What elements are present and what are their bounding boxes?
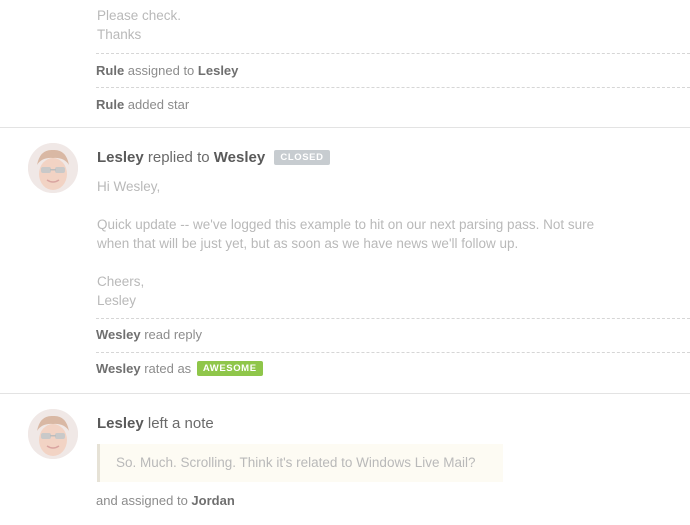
- recipient-name[interactable]: Wesley: [214, 149, 265, 166]
- author-name[interactable]: Lesley: [97, 415, 144, 432]
- divider: [96, 352, 690, 353]
- reply-body-line: when that will be just yet, but as soon …: [97, 236, 519, 251]
- reply-signature: Lesley: [97, 293, 137, 308]
- reply-body-line: Quick update -- we've logged this exampl…: [97, 217, 595, 232]
- event-action: rated as: [144, 361, 192, 376]
- event-rated: Wesley rated as AWESOME: [96, 361, 263, 377]
- event-assigned: Rule assigned to Lesley: [96, 63, 238, 78]
- assign-text: and assigned to: [96, 493, 188, 508]
- note-text: So. Much. Scrolling. Think it's related …: [116, 455, 476, 470]
- note-box: So. Much. Scrolling. Think it's related …: [97, 444, 503, 482]
- reply-greeting: Hi Wesley,: [97, 179, 161, 194]
- lesley-avatar-icon: [28, 409, 78, 459]
- reply-signoff: Cheers,: [97, 274, 145, 289]
- avatar[interactable]: [28, 143, 78, 193]
- event-action: added star: [127, 97, 190, 112]
- divider: [96, 53, 690, 54]
- event-actor[interactable]: Rule: [96, 63, 124, 78]
- avatar[interactable]: [28, 409, 78, 459]
- author-name[interactable]: Lesley: [97, 149, 144, 166]
- thread-separator: [0, 393, 690, 394]
- note-header: Lesley left a note: [97, 415, 214, 432]
- event-actor[interactable]: Wesley: [96, 361, 141, 376]
- event-action: read reply: [144, 327, 203, 342]
- event-action: assigned to: [127, 63, 195, 78]
- note-assignment: and assigned to Jordan: [96, 493, 235, 508]
- note-verb: left a note: [147, 415, 214, 432]
- event-actor[interactable]: Rule: [96, 97, 124, 112]
- lesley-avatar-icon: [28, 143, 78, 193]
- assignee-name[interactable]: Jordan: [191, 493, 234, 508]
- divider: [96, 318, 690, 319]
- divider: [96, 87, 690, 88]
- event-target[interactable]: Lesley: [198, 63, 238, 78]
- event-read: Wesley read reply: [96, 327, 202, 342]
- reply-verb: replied to: [147, 149, 210, 166]
- rating-badge: AWESOME: [196, 361, 263, 377]
- message-line: Thanks: [97, 27, 142, 42]
- status-badge: CLOSED: [274, 149, 330, 165]
- event-starred: Rule added star: [96, 97, 189, 112]
- event-actor[interactable]: Wesley: [96, 327, 141, 342]
- message-line: Please check.: [97, 8, 182, 23]
- reply-header: Lesley replied to Wesley CLOSED: [97, 149, 330, 166]
- thread-separator: [0, 127, 690, 128]
